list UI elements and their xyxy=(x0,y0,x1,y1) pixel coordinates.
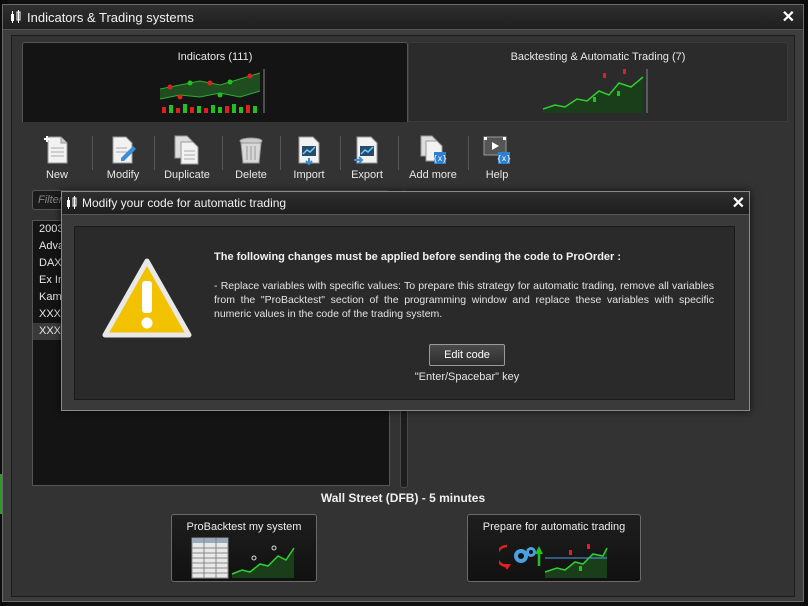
import-icon xyxy=(298,136,320,166)
edit-document-icon xyxy=(112,136,136,164)
duplicate-button[interactable]: Duplicate xyxy=(158,134,216,181)
close-icon[interactable]: ✕ xyxy=(782,7,795,27)
candlestick-icon xyxy=(65,196,79,213)
backtesting-chart-icon xyxy=(543,69,648,113)
candlestick-icon xyxy=(9,10,23,27)
export-button[interactable]: Export xyxy=(338,134,396,181)
export-label: Export xyxy=(351,169,383,181)
add-more-icon: {x} xyxy=(420,135,447,164)
warning-icon xyxy=(102,258,192,338)
tab-indicators[interactable]: Indicators (111) xyxy=(22,42,408,122)
duplicate-label: Duplicate xyxy=(164,169,210,181)
add-more-button[interactable]: {x} Add more xyxy=(404,134,462,181)
toolbar-divider xyxy=(154,136,155,170)
tab-backtesting-label: Backtesting & Automatic Trading (7) xyxy=(510,51,686,63)
keyboard-hint: "Enter/Spacebar" key xyxy=(414,371,520,383)
backtest-report-icon xyxy=(191,537,295,579)
probacktest-label: ProBacktest my system xyxy=(186,521,302,533)
window-title: Indicators & Trading systems xyxy=(27,10,194,25)
duplicate-document-icon xyxy=(174,135,199,165)
new-label: New xyxy=(45,169,68,181)
prepare-automatic-trading-button[interactable]: Prepare for automatic trading xyxy=(467,514,641,582)
help-button[interactable]: {x} Help xyxy=(468,134,526,181)
modify-code-dialog: Modify your code for automatic trading ✕… xyxy=(61,191,750,411)
probacktest-button[interactable]: ProBacktest my system xyxy=(171,514,317,582)
dialog-body: The following changes must be applied be… xyxy=(74,226,735,400)
delete-label: Delete xyxy=(235,169,267,181)
prepare-label: Prepare for automatic trading xyxy=(482,521,626,533)
trash-icon xyxy=(239,137,263,164)
dialog-message: - Replace variables with specific values… xyxy=(214,280,714,320)
indicators-chart-icon xyxy=(160,69,265,113)
new-document-icon xyxy=(44,136,68,164)
tab-indicators-label: Indicators (111) xyxy=(177,51,253,63)
automatic-trading-icon xyxy=(499,544,608,578)
window-titlebar[interactable]: Indicators & Trading systems ✕ xyxy=(3,5,803,30)
toolbar-divider xyxy=(92,136,93,170)
export-icon xyxy=(354,136,378,164)
svg-text:{x}: {x} xyxy=(433,154,447,163)
close-icon[interactable]: ✕ xyxy=(732,193,745,213)
modify-label: Modify xyxy=(106,169,140,181)
dialog-heading: The following changes must be applied be… xyxy=(214,251,622,263)
tab-backtesting[interactable]: Backtesting & Automatic Trading (7) xyxy=(408,42,788,122)
edit-code-button[interactable]: Edit code xyxy=(429,344,505,366)
new-button[interactable]: New xyxy=(28,134,86,181)
toolbar-divider xyxy=(398,136,399,170)
delete-button[interactable]: Delete xyxy=(222,134,280,181)
svg-text:{x}: {x} xyxy=(497,154,511,163)
add-more-label: Add more xyxy=(409,169,457,181)
dialog-title: Modify your code for automatic trading xyxy=(82,196,287,210)
import-button[interactable]: Import xyxy=(280,134,338,181)
dialog-titlebar[interactable]: Modify your code for automatic trading ✕ xyxy=(62,192,749,215)
instrument-label: Wall Street (DFB) - 5 minutes xyxy=(320,491,486,505)
help-label: Help xyxy=(485,169,509,181)
modify-button[interactable]: Modify xyxy=(94,134,152,181)
help-video-icon: {x} xyxy=(483,136,511,164)
import-label: Import xyxy=(293,169,325,181)
